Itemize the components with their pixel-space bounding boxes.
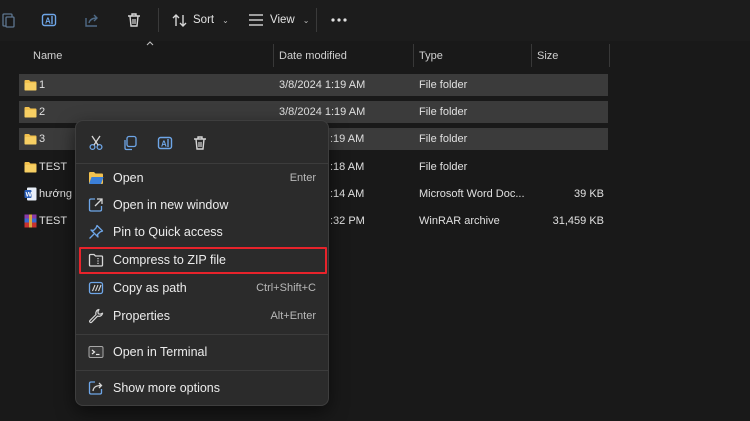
view-label: View [270,14,295,26]
menu-item-label: Copy as path [113,281,187,295]
new-window-icon [88,198,103,212]
menu-item-open-new-window[interactable]: Open in new window [80,192,326,218]
menu-item-label: Open [113,171,144,185]
column-date-modified[interactable]: Date modified [279,44,347,68]
file-type: File folder [419,133,468,145]
sort-button[interactable]: Sort ⌄ [172,9,229,31]
menu-item-label: Open in new window [113,198,229,212]
sort-label: Sort [193,14,215,26]
word-doc-icon: W [24,187,37,201]
file-date: 3/8/2024 1:19 AM [279,79,366,91]
copy-path-icon [88,281,104,295]
menu-item-open[interactable]: Open Enter [80,165,326,191]
folder-icon [24,80,37,91]
wrench-icon [88,308,104,324]
terminal-icon [88,346,104,358]
file-name: 3 [39,133,46,145]
column-size[interactable]: Size [537,44,558,68]
highlight-annotation [79,247,327,274]
cut-button[interactable] [83,130,109,156]
file-size: 39 KB [574,188,604,200]
file-date: :32 PM [330,215,365,227]
folder-icon [24,162,37,173]
menu-item-shortcut: Alt+Enter [270,310,316,322]
cut-icon [89,135,103,151]
toolbar-divider [316,8,317,32]
menu-item-label: Open in Terminal [113,345,208,359]
winrar-icon [24,214,37,228]
menu-item-open-terminal[interactable]: Open in Terminal [80,339,326,365]
view-button[interactable]: View ⌄ [248,9,309,31]
rename-icon: A [41,13,57,27]
sort-icon [172,13,187,27]
file-name: TEST [39,161,68,173]
menu-item-pin-quick-access[interactable]: Pin to Quick access [80,219,326,245]
file-date: :19 AM [330,133,365,145]
column-name[interactable]: Name [33,44,62,68]
open-folder-icon [89,172,104,184]
delete-button[interactable] [187,130,213,156]
column-divider[interactable] [273,44,274,67]
delete-icon [128,13,140,27]
share-icon [85,14,98,27]
delete-icon [194,136,206,150]
copy-icon [124,135,137,151]
chevron-down-icon: ⌄ [302,15,310,25]
column-divider[interactable] [531,44,532,67]
view-icon [249,14,263,26]
menu-item-show-more-options[interactable]: Show more options [80,375,326,401]
more-icon [331,18,347,22]
paste-icon [2,13,15,28]
pin-icon [89,224,104,239]
file-type: WinRAR archive [419,215,500,227]
column-divider[interactable] [413,44,414,67]
more-options-button[interactable] [331,9,347,31]
column-header: Name Date modified Type Size [0,44,750,68]
menu-item-label: Properties [113,309,170,323]
file-row[interactable]: 1 3/8/2024 1:19 AM File folder [19,74,608,96]
menu-divider [76,163,328,164]
folder-icon [24,134,37,145]
svg-text:A: A [45,17,51,26]
file-type: File folder [419,161,468,173]
menu-item-label: Pin to Quick access [113,225,223,239]
menu-item-shortcut: Enter [289,172,316,184]
file-date: :18 AM [330,161,365,173]
toolbar-divider [158,8,159,32]
share-more-icon [88,381,103,395]
column-type[interactable]: Type [419,44,443,68]
file-name: 1 [39,79,46,91]
paste-button[interactable] [2,9,16,31]
column-divider[interactable] [609,44,610,67]
file-size: 31,459 KB [552,215,604,227]
file-name: 2 [39,106,46,118]
file-name: TEST [39,215,68,227]
rename-button[interactable]: A [41,9,57,31]
menu-item-label: Show more options [113,381,221,395]
svg-text:A: A [161,140,167,149]
chevron-down-icon: ⌄ [222,15,229,25]
menu-divider [76,370,328,371]
menu-item-shortcut: Ctrl+Shift+C [256,282,316,294]
menu-divider [76,334,328,335]
folder-icon [24,107,37,118]
command-bar: A Sort ⌄ View ⌄ [0,0,750,41]
delete-button[interactable] [126,9,142,31]
menu-item-properties[interactable]: Properties Alt+Enter [80,303,326,329]
share-button[interactable] [84,9,100,31]
rename-button[interactable]: A [152,130,178,156]
file-type: File folder [419,106,468,118]
file-date: :14 AM [330,188,365,200]
rename-icon: A [157,136,173,150]
copy-button[interactable] [117,130,143,156]
menu-item-copy-as-path[interactable]: Copy as path Ctrl+Shift+C [80,275,326,301]
file-name: hướng [39,188,72,200]
file-type: File folder [419,79,468,91]
svg-text:W: W [26,192,33,199]
file-type: Microsoft Word Doc... [419,188,525,200]
